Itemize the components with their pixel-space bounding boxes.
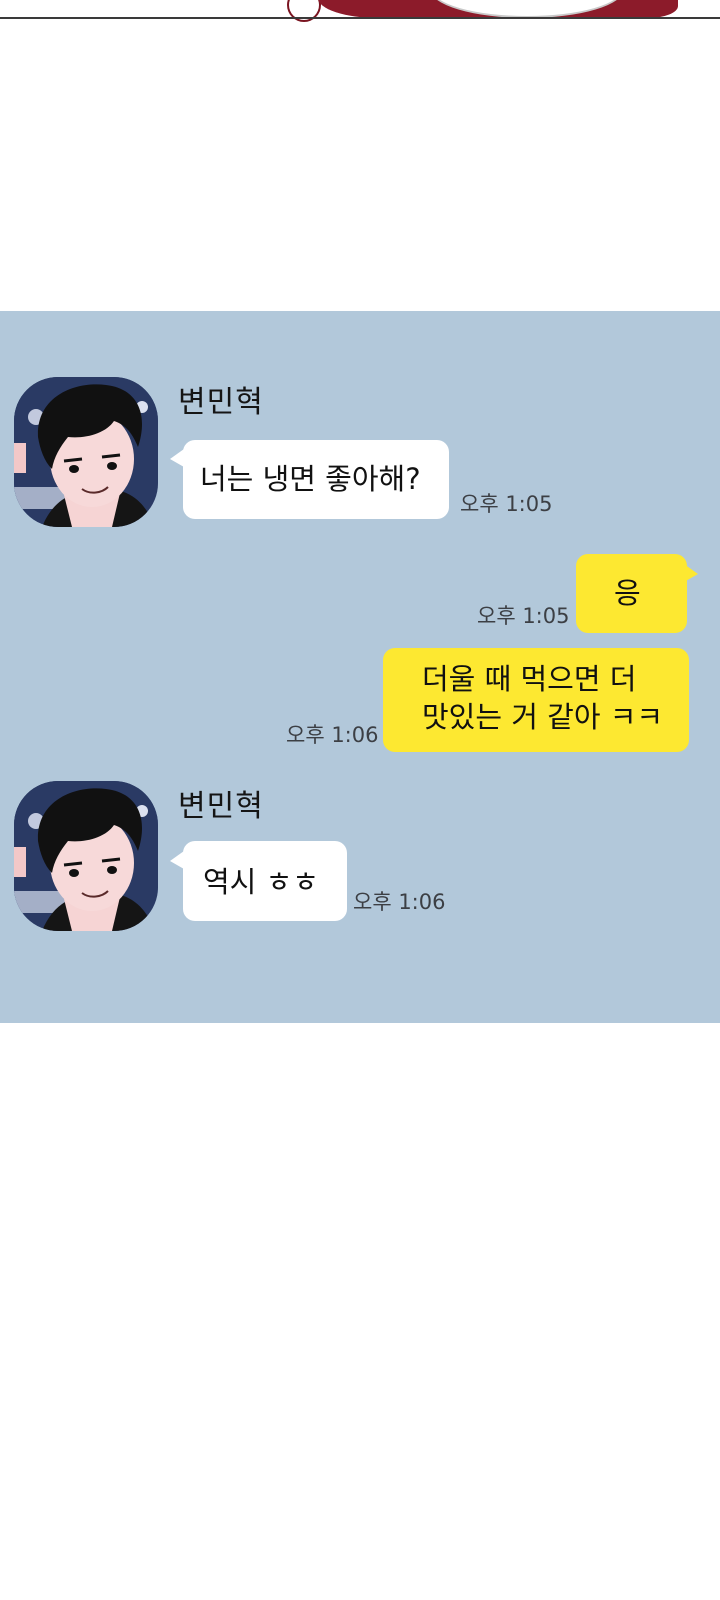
sender-avatar[interactable] [14,781,158,931]
sender-name: 변민혁 [178,789,264,824]
received-bubble-tail [170,449,184,467]
message-text-line: 더울 때 먹으면 더 [422,662,637,696]
message-timestamp: 오후 1:06 [353,890,446,914]
received-message-bubble[interactable]: 너는 냉면 좋아해? [183,440,449,519]
sent-message-bubble[interactable]: 응 [576,554,687,633]
sender-avatar[interactable] [14,377,158,527]
message-timestamp: 오후 1:05 [477,604,570,628]
received-message-bubble[interactable]: 역시 ㅎㅎ [183,841,347,921]
chat-panel: 변민혁 너는 냉면 좋아해? 오후 1:05 응 오후 1:05 더울 때 먹으… [0,311,720,1023]
message-text: 응 [614,576,641,610]
received-bubble-tail [170,851,184,869]
message-timestamp: 오후 1:06 [286,723,379,747]
sent-bubble-tail [684,564,698,582]
message-timestamp: 오후 1:05 [460,492,553,516]
sent-message-bubble[interactable]: 더울 때 먹으면 더 맛있는 거 같아 ㅋㅋ [383,648,689,752]
avatar-portrait-icon [14,781,158,931]
message-text: 너는 냉면 좋아해? [200,462,421,496]
message-text-line: 맛있는 거 같아 ㅋㅋ [422,700,664,734]
previous-panel-remnant [0,0,720,22]
avatar-portrait-icon [14,377,158,527]
message-text: 역시 ㅎㅎ [203,865,319,899]
panel-border-line [0,17,720,19]
sender-name: 변민혁 [178,385,264,420]
